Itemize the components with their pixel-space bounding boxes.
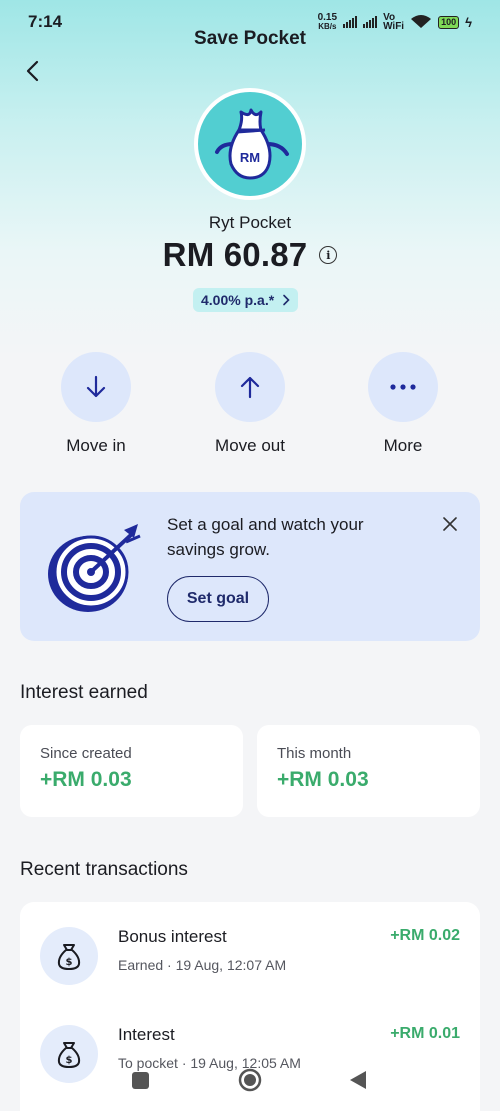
- transaction-subtitle: Earned · 19 Aug, 12:07 AM: [118, 957, 287, 973]
- set-goal-button[interactable]: Set goal: [167, 576, 269, 622]
- signal-icon-2: [363, 16, 378, 28]
- back-nav-button[interactable]: [349, 1070, 367, 1095]
- list-item[interactable]: $ Bonus interest Earned · 19 Aug, 12:07 …: [20, 927, 480, 997]
- interest-card-value: +RM 0.03: [277, 768, 369, 791]
- pocket-avatar: RM: [194, 88, 306, 200]
- info-icon[interactable]: i: [319, 246, 338, 264]
- square-icon: [132, 1072, 149, 1089]
- pocket-name: Ryt Pocket: [208, 213, 292, 232]
- target-icon: [48, 524, 141, 612]
- set-goal-card: Set a goal and watch your savings grow. …: [20, 492, 480, 641]
- triangle-back-icon: [350, 1071, 366, 1089]
- avatar-text: RM: [240, 150, 260, 165]
- interest-card-value: +RM 0.03: [40, 768, 132, 791]
- arrow-up-icon: [240, 376, 260, 399]
- interest-rate-chip[interactable]: 4.00% p.a.*: [193, 288, 299, 312]
- money-bag-icon: $: [40, 927, 98, 985]
- more-dots-icon: [390, 384, 416, 390]
- chevron-left-icon: [26, 60, 39, 82]
- transaction-title: Interest: [118, 1025, 175, 1044]
- recent-transactions-title: Recent transactions: [20, 859, 188, 880]
- move-in-label: Move in: [66, 436, 126, 455]
- balance-row: RM 60.87 i: [0, 236, 500, 274]
- interest-this-month-card: This month +RM 0.03: [257, 725, 480, 817]
- close-icon: [443, 517, 457, 531]
- move-in-button[interactable]: Move in: [31, 352, 161, 456]
- svg-text:$: $: [66, 957, 73, 968]
- interest-earned-title: Interest earned: [20, 682, 148, 703]
- signal-icon: [343, 16, 358, 28]
- transaction-amount: +RM 0.01: [390, 1025, 460, 1042]
- interest-rate: 4.00% p.a.*: [201, 292, 275, 308]
- close-goal-card-button[interactable]: [436, 510, 464, 538]
- arrow-down-icon: [86, 375, 106, 398]
- pocket-balance: RM 60.87: [162, 236, 308, 273]
- battery-icon: 100: [438, 15, 460, 29]
- home-circle-icon: [238, 1068, 262, 1092]
- more-label: More: [383, 436, 423, 455]
- transaction-title: Bonus interest: [118, 927, 227, 946]
- interest-card-label: Since created: [40, 745, 132, 762]
- page-title: Save Pocket: [194, 28, 306, 49]
- chevron-right-icon: [283, 294, 290, 306]
- money-bag-icon: RM: [215, 108, 289, 180]
- recents-button[interactable]: [132, 1072, 149, 1089]
- system-nav-bar: [0, 1062, 500, 1102]
- interest-since-created-card: Since created +RM 0.03: [20, 725, 243, 817]
- more-button[interactable]: More: [338, 352, 468, 456]
- goal-message: Set a goal and watch your savings grow.: [167, 515, 364, 559]
- transaction-amount: +RM 0.02: [390, 927, 460, 944]
- back-button[interactable]: [20, 58, 44, 84]
- home-button[interactable]: [238, 1068, 262, 1097]
- move-out-label: Move out: [215, 436, 285, 455]
- move-out-button[interactable]: Move out: [185, 352, 315, 456]
- interest-card-label: This month: [277, 745, 352, 762]
